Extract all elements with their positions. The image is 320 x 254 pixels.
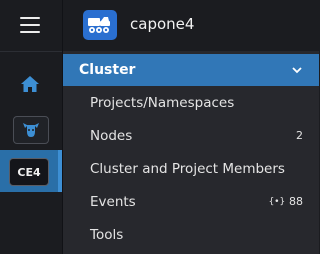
nav-item-events[interactable]: Events {•} 88 (63, 185, 319, 218)
cluster-name: capone4 (130, 15, 195, 33)
nav-item-tools[interactable]: Tools (63, 218, 319, 251)
menu-icon[interactable] (20, 17, 40, 33)
cluster-rail: CE4 (0, 0, 62, 254)
side-nav-panel: capone4 Cluster Projects/Namespaces Node… (63, 0, 319, 254)
events-count: 88 (289, 195, 303, 208)
rail-divider (0, 51, 62, 52)
nav-item-nodes[interactable]: Nodes 2 (63, 119, 319, 152)
cluster-header: capone4 (63, 0, 319, 51)
nav-item-label: Events (90, 193, 136, 210)
home-icon[interactable] (20, 74, 40, 94)
nodes-count: 2 (296, 129, 303, 142)
nav-item-projects-namespaces[interactable]: Projects/Namespaces (63, 86, 319, 119)
events-icon: {•} (268, 196, 285, 207)
nav-item-cluster-project-members[interactable]: Cluster and Project Members (63, 152, 319, 185)
cluster-ce4-button[interactable]: CE4 (9, 158, 49, 186)
chevron-down-icon (292, 67, 302, 74)
cluster-abbr: CE4 (17, 165, 41, 179)
nav-item-label: Tools (90, 226, 124, 243)
events-count-badge: {•} 88 (269, 195, 303, 208)
section-cluster[interactable]: Cluster (63, 54, 319, 86)
cluster-logo-icon (83, 10, 117, 40)
nav-item-label: Nodes (90, 127, 133, 144)
nav-item-label: Cluster and Project Members (90, 160, 285, 177)
local-cluster-icon[interactable] (13, 116, 49, 144)
nav-item-label: Projects/Namespaces (90, 94, 235, 111)
section-label: Cluster (79, 62, 136, 78)
